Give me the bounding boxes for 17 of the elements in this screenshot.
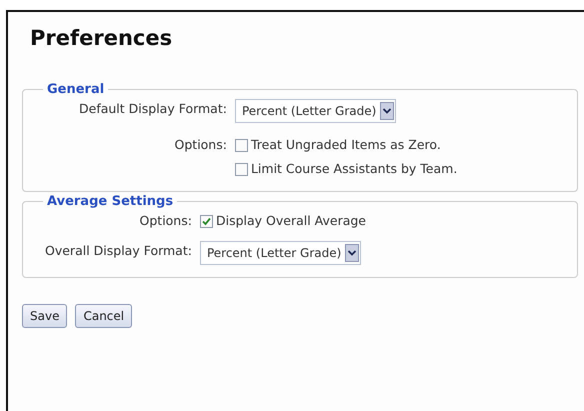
- checkbox-label: Limit Course Assistants by Team.: [250, 160, 458, 178]
- field-label: Options:: [138, 212, 192, 230]
- group-legend: Average Settings: [43, 194, 178, 209]
- field-label: Overall Display Format:: [45, 242, 192, 260]
- checkbox-label: Display Overall Average: [216, 212, 366, 230]
- checkbox[interactable]: [200, 214, 213, 228]
- page-title: Preferences: [29, 25, 174, 52]
- checkbox[interactable]: [234, 162, 248, 176]
- cancel-button[interactable]: Cancel: [75, 304, 132, 328]
- checkbox-label: Treat Ungraded Items as Zero.: [250, 136, 441, 154]
- group-legend: General: [43, 82, 108, 97]
- checkbox[interactable]: [234, 138, 248, 152]
- save-button[interactable]: Save: [22, 304, 68, 328]
- format-dropdown[interactable]: Percent (Letter Grade): [234, 99, 396, 123]
- field-label: Options:: [174, 136, 227, 154]
- format-dropdown[interactable]: Percent (Letter Grade): [200, 241, 362, 265]
- field-label: Default Display Format:: [79, 100, 227, 118]
